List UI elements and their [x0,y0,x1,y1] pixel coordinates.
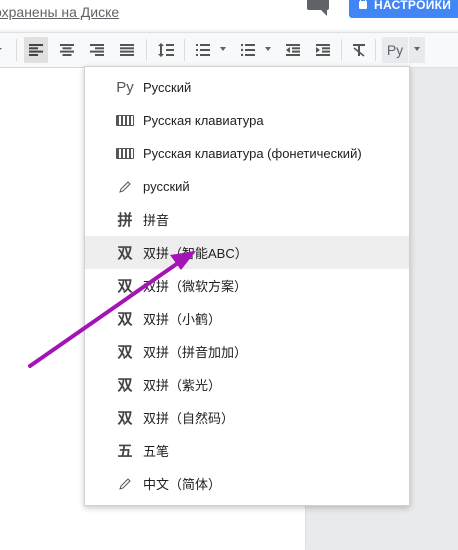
align-right-icon[interactable] [85,37,109,63]
menu-item-russian[interactable]: Ру Русский [85,71,409,104]
toolbar-separator [184,39,185,61]
menu-item-shuangpin-microsoft[interactable]: 双 双拼（微软方案） [85,269,409,302]
numbered-list-dropdown-icon[interactable] [220,47,226,51]
numbered-list-icon[interactable] [191,37,215,63]
menu-item-shuangpin-ziranma[interactable]: 双 双拼（自然码） [85,401,409,434]
menu-item-label: 双拼（小鹤） [143,312,222,327]
align-left-icon[interactable] [24,37,48,63]
shuangpin-icon: 双 [117,344,133,361]
keyboard-icon [113,137,137,170]
menu-item-shuangpin-xiaohe[interactable]: 双 双拼（小鹤） [85,302,409,335]
shuangpin-icon: 双 [117,278,133,295]
comment-icon[interactable] [307,0,329,16]
menu-item-label: 拼音 [143,213,170,228]
menu-item-label: 双拼（自然码） [143,411,235,426]
input-tools-menu: Ру Русский Русская клавиатура Русская кл… [84,66,410,506]
align-justify-icon[interactable] [115,37,139,63]
menu-item-label: Русский [143,80,192,95]
settings-button[interactable]: НАСТРОЙКИ [349,0,458,18]
menu-item-shuangpin-abc[interactable]: 双 双拼（智能ABC） [85,236,409,269]
bulleted-list-icon[interactable] [236,37,260,63]
toolbar-separator [341,39,342,61]
line-spacing-icon[interactable] [154,37,178,63]
menu-item-label: русский [143,179,190,194]
keyboard-icon [113,104,137,137]
menu-item-chinese-handwriting[interactable]: 中文（简体） [85,467,409,500]
menu-item-label: 双拼（拼音加加） [143,345,248,360]
settings-button-label: НАСТРОЙКИ [374,0,452,12]
menu-item-shuangpin-ziguang[interactable]: 双 双拼（紫光） [85,368,409,401]
align-center-icon[interactable] [55,37,79,63]
wubi-icon: 五 [117,443,133,460]
shuangpin-icon: 双 [117,377,133,394]
russian-transliteration-icon: Ру [116,79,134,96]
format-toolbar: Ру [0,32,458,68]
shuangpin-icon: 双 [117,311,133,328]
menu-item-label: 中文（简体） [143,477,222,492]
menu-item-label: Русская клавиатура [143,113,264,128]
lock-icon [359,0,367,9]
menu-item-label: 双拼（紫光） [143,378,222,393]
toolbar-separator [375,39,376,61]
top-bar: охранены на Диске НАСТРОЙКИ [0,0,458,30]
menu-item-russian-keyboard-phonetic[interactable]: Русская клавиатура (фонетический) [85,137,409,170]
shuangpin-icon: 双 [117,410,133,427]
pinyin-icon: 拼 [117,212,133,229]
menu-item-label: 五笔 [143,444,170,459]
toolbar-separator [16,39,17,61]
menu-item-shuangpin-pinyinjiajia[interactable]: 双 双拼（拼音加加） [85,335,409,368]
decrease-indent-icon[interactable] [281,37,305,63]
shuangpin-icon: 双 [117,245,133,262]
caret-left-icon[interactable] [0,37,10,63]
menu-item-label: Русская клавиатура (фонетический) [143,146,362,161]
menu-item-label: 双拼（微软方案） [143,279,248,294]
menu-item-pinyin[interactable]: 拼 拼音 [85,203,409,236]
bulleted-list-dropdown-icon[interactable] [265,47,271,51]
toolbar-separator [146,39,147,61]
menu-item-russian-keyboard[interactable]: Русская клавиатура [85,104,409,137]
pencil-icon [113,170,137,203]
input-tools-language-button[interactable]: Ру [382,37,408,63]
menu-item-russian-handwriting[interactable]: русский [85,170,409,203]
menu-item-label: 双拼（智能ABC） [143,246,248,261]
saved-to-drive-link[interactable]: охранены на Диске [0,4,119,20]
pencil-icon [113,467,137,500]
chevron-down-icon [414,47,420,51]
input-tools-dropdown[interactable] [409,37,425,63]
increase-indent-icon[interactable] [311,37,335,63]
menu-item-wubi[interactable]: 五 五笔 [85,434,409,467]
clear-formatting-icon[interactable] [347,37,371,63]
